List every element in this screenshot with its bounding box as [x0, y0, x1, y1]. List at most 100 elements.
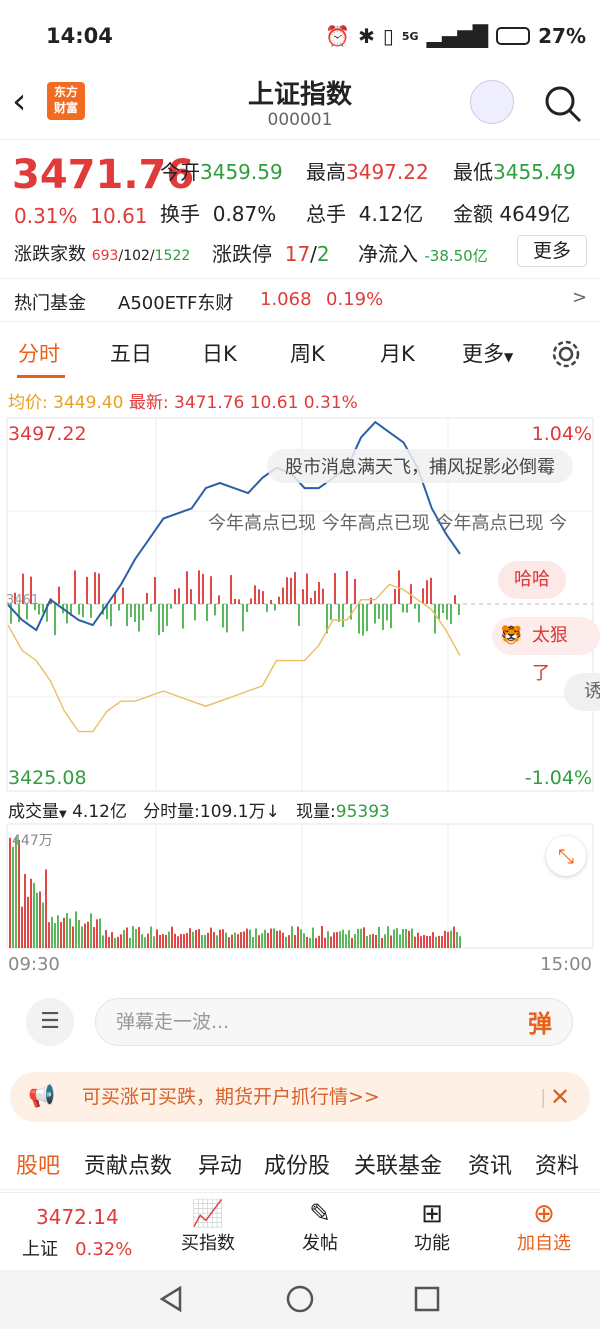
low-stat: 最低3455.49 — [453, 156, 576, 185]
nav-recent-icon[interactable] — [412, 1284, 442, 1314]
robot-avatar[interactable] — [470, 80, 514, 124]
functions-label: 功能 — [414, 1233, 450, 1254]
volume-bar — [213, 932, 215, 948]
volume-bar — [363, 927, 365, 948]
tab-five-day[interactable]: 五日 — [110, 338, 152, 368]
danmu-settings-icon[interactable]: ☰ — [26, 998, 74, 1046]
volume-bar — [135, 928, 137, 948]
volume-bar — [93, 927, 95, 948]
volume-bar — [300, 929, 302, 948]
volume-bar — [366, 935, 368, 948]
post-label: 发帖 — [302, 1233, 338, 1254]
hot-fund-bar[interactable]: 热门基金 A500ETF东财 1.068 0.19% > — [0, 278, 600, 322]
volume-bar — [54, 923, 56, 948]
quote-panel: 3471.76 0.31% 10.61 今开3459.59 最高3497.22 … — [0, 140, 600, 270]
tab-weekly-k[interactable]: 周K — [290, 338, 325, 368]
flow-bar — [430, 577, 432, 604]
buy-index-button[interactable]: 📈 买指数 — [168, 1199, 248, 1255]
close-icon[interactable]: ✕ — [550, 1072, 570, 1122]
tab-profile[interactable]: 资料 — [535, 1148, 579, 1180]
volume-chart-svg — [6, 823, 594, 949]
mini-price[interactable]: 3472.14 — [36, 1205, 119, 1229]
tab-movement[interactable]: 异动 — [198, 1148, 242, 1180]
flow-bar — [310, 597, 312, 604]
tab-guba[interactable]: 股吧 — [16, 1148, 60, 1180]
limit-label: 涨跌停 — [212, 242, 272, 266]
flow-bar — [170, 604, 172, 609]
tab-monthly-k[interactable]: 月K — [380, 338, 415, 368]
volume-bar — [84, 923, 86, 948]
nav-home-icon[interactable] — [285, 1284, 315, 1314]
system-nav-bar — [0, 1270, 600, 1329]
gear-icon[interactable] — [550, 338, 582, 370]
search-icon[interactable] — [543, 84, 583, 124]
more-button[interactable]: 更多 — [517, 235, 587, 267]
volume-bar — [177, 936, 179, 948]
axis-bottom-pct: -1.04% — [524, 767, 592, 789]
hot-fund-price: 1.068 — [260, 289, 312, 310]
volume-bar — [168, 931, 170, 948]
volume-bar — [150, 926, 152, 948]
tab-constituents[interactable]: 成份股 — [264, 1148, 330, 1180]
latest-change: 10.61 — [249, 393, 299, 413]
danmu-4: 🐯 太狠了 — [492, 617, 600, 684]
volume-bar — [423, 934, 425, 948]
bluetooth-icon: ✱ — [358, 24, 375, 48]
flow-bar — [446, 604, 448, 620]
time-end: 15:00 — [540, 954, 592, 975]
volume-bar — [369, 934, 371, 948]
flow-bar — [130, 604, 132, 618]
limit-up: 17 — [284, 242, 311, 266]
signal-icon: ▂▄▆█ — [426, 24, 489, 48]
intraday-chart[interactable]: 3497.22 1.04% 3425.08 -1.04% 3461 股市消息满天… — [0, 415, 600, 795]
tiger-emoji-icon: 🐯 — [500, 625, 523, 646]
expand-icon[interactable]: ⤡ — [546, 836, 586, 876]
volume-bar — [192, 931, 194, 948]
tab-intraday[interactable]: 分时 — [18, 338, 60, 368]
volume-bar — [222, 929, 224, 948]
flow-bar — [350, 604, 352, 620]
add-watchlist-button[interactable]: ⊕ 加自选 — [504, 1199, 584, 1255]
flow-bar — [362, 604, 364, 636]
tab-news[interactable]: 资讯 — [468, 1148, 512, 1180]
volume-dropdown[interactable]: 成交量▼ — [8, 802, 67, 822]
flat-count: 102 — [123, 248, 150, 264]
flow-bar — [458, 604, 460, 616]
tab-more[interactable]: 更多▼ — [462, 338, 513, 368]
volume-bar — [204, 934, 206, 948]
volume-bar — [405, 929, 407, 948]
volume-bar — [279, 930, 281, 948]
volume-bar — [24, 873, 26, 948]
avg-price-line — [7, 583, 461, 733]
flow-bar — [186, 571, 188, 604]
tab-daily-k[interactable]: 日K — [202, 338, 237, 368]
volume-bar — [390, 935, 392, 948]
flow-bar — [418, 604, 420, 623]
volume-stat: 总手 4.12亿 — [306, 198, 423, 227]
mini-name[interactable]: 上证 0.32% — [22, 1235, 132, 1261]
volume-bar — [162, 934, 164, 948]
promo-banner[interactable]: 📢 可买涨可买跌，期货开户抓行情>> | ✕ — [10, 1072, 590, 1122]
nav-back-icon[interactable] — [156, 1284, 186, 1314]
danmu-input[interactable]: 弹幕走一波... — [95, 998, 573, 1046]
tab-related-funds[interactable]: 关联基金 — [354, 1148, 442, 1180]
danmu-send-icon[interactable]: 弹 — [528, 1004, 552, 1039]
volume-bar — [57, 915, 59, 948]
flow-bar — [294, 572, 296, 604]
volume-bar — [438, 935, 440, 948]
volume-bar — [327, 931, 329, 948]
flow-bar — [386, 604, 388, 621]
volume-bar — [69, 918, 71, 948]
flow-bar — [378, 604, 380, 619]
volume-bar — [417, 932, 419, 948]
tab-contribution[interactable]: 贡献点数 — [84, 1148, 172, 1180]
functions-button[interactable]: ⊞ 功能 — [392, 1199, 472, 1255]
status-icons: ⏰ ✱ ▯ 5G ▂▄▆█ 27% — [325, 24, 586, 48]
flow-bar — [74, 570, 76, 604]
volume-bar — [171, 926, 173, 948]
volume-bar — [315, 937, 317, 948]
post-button[interactable]: ✎ 发帖 — [280, 1199, 360, 1255]
volume-bar — [333, 932, 335, 948]
volume-chart[interactable]: 447万 ⤡ 09:30 15:00 — [0, 822, 600, 982]
edit-icon: ✎ — [309, 1199, 331, 1229]
